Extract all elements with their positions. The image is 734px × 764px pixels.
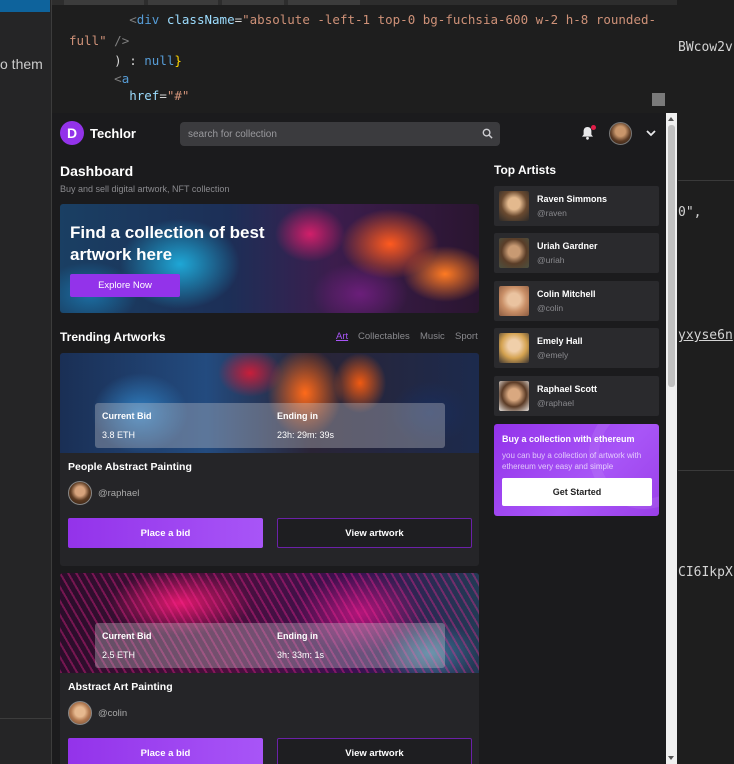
divider (0, 718, 52, 719)
editor-tab-strip (52, 0, 677, 5)
hero-banner: Find a collection of best artwork here E… (60, 204, 479, 313)
editor-tab[interactable] (148, 0, 218, 5)
active-panel-tab[interactable] (0, 0, 50, 12)
divider (678, 470, 734, 471)
avatar[interactable] (499, 333, 529, 363)
artwork-title: People Abstract Painting (68, 461, 192, 473)
search-icon[interactable] (482, 128, 493, 139)
artist-item[interactable]: Uriah Gardner @uriah (494, 233, 659, 273)
right-code-line: BWcow2v (678, 40, 733, 55)
avatar[interactable] (499, 191, 529, 221)
place-bid-button[interactable]: Place a bid (68, 518, 263, 548)
get-started-button[interactable]: Get Started (502, 478, 652, 506)
artist-name: Uriah Gardner (537, 241, 598, 251)
owner-handle[interactable]: @colin (98, 708, 127, 719)
editor-tab[interactable] (222, 0, 284, 5)
chevron-down-icon[interactable] (646, 129, 656, 137)
search-input[interactable] (180, 122, 500, 146)
right-code-line: yxyse6n (678, 328, 733, 343)
code-editor-panel[interactable]: <div className="absolute -left-1 top-0 b… (51, 0, 677, 113)
tab-art[interactable]: Art (336, 331, 348, 342)
artist-item[interactable]: Raphael Scott @raphael (494, 376, 659, 416)
artist-name: Raphael Scott (537, 384, 598, 394)
ending-value: 3h: 33m: 1s (277, 650, 325, 660)
left-sidebar-panel: o them (0, 0, 52, 764)
avatar[interactable] (68, 481, 92, 505)
code-line[interactable]: href="#" (69, 88, 189, 103)
minimap-slider[interactable] (652, 93, 665, 106)
navbar: D Techlor (52, 113, 667, 153)
tab-music[interactable]: Music (420, 331, 445, 342)
code-line[interactable]: <div className="absolute -left-1 top-0 b… (69, 12, 656, 27)
promo-title: Buy a collection with ethereum (502, 434, 635, 444)
top-artists-title: Top Artists (494, 163, 556, 177)
current-bid-value: 2.5 ETH (102, 650, 136, 660)
code-line[interactable]: ) : null} (69, 53, 182, 68)
editor-tab[interactable] (288, 0, 360, 5)
artwork-title: Abstract Art Painting (68, 681, 173, 693)
code-line[interactable]: <a (69, 71, 129, 86)
logo-badge[interactable]: D (60, 121, 84, 145)
artist-item[interactable]: Raven Simmons @raven (494, 186, 659, 226)
artist-item[interactable]: Colin Mitchell @colin (494, 281, 659, 321)
avatar[interactable] (68, 701, 92, 725)
scroll-down-icon[interactable] (668, 756, 674, 760)
right-code-line: 0", (678, 205, 702, 220)
divider (678, 180, 734, 181)
editor-tab[interactable] (64, 0, 144, 5)
promo-description: you can buy a collection of artwork with… (502, 451, 642, 471)
avatar[interactable] (609, 122, 632, 145)
notification-dot (591, 125, 596, 130)
scrollbar-thumb[interactable] (668, 125, 675, 387)
place-bid-button[interactable]: Place a bid (68, 738, 263, 764)
page-title: Dashboard (60, 163, 134, 179)
scrollbar[interactable] (666, 113, 677, 764)
artist-item[interactable]: Emely Hall @emely (494, 328, 659, 368)
view-artwork-button[interactable]: View artwork (277, 518, 472, 548)
right-code-line: CI6IkpX (678, 565, 733, 580)
avatar[interactable] (499, 238, 529, 268)
artwork-card: Current Bid 3.8 ETH Ending in 23h: 29m: … (60, 353, 479, 566)
ending-label: Ending in (277, 631, 318, 641)
owner-handle[interactable]: @raphael (98, 488, 139, 499)
artist-handle: @raven (537, 208, 567, 218)
current-bid-value: 3.8 ETH (102, 430, 136, 440)
view-artwork-button[interactable]: View artwork (277, 738, 472, 764)
code-line[interactable]: full" /> (69, 33, 129, 48)
avatar[interactable] (499, 286, 529, 316)
trending-title: Trending Artworks (60, 330, 166, 344)
tab-sport[interactable]: Sport (455, 331, 478, 342)
artist-name: Raven Simmons (537, 194, 608, 204)
artist-name: Emely Hall (537, 336, 583, 346)
page-subtitle: Buy and sell digital artwork, NFT collec… (60, 184, 230, 194)
ending-label: Ending in (277, 411, 318, 421)
current-bid-label: Current Bid (102, 411, 152, 421)
artist-handle: @raphael (537, 398, 574, 408)
artist-handle: @uriah (537, 255, 565, 265)
artist-handle: @colin (537, 303, 564, 313)
left-panel-text: o them (0, 56, 43, 72)
explore-now-button[interactable]: Explore Now (70, 274, 180, 297)
tab-collectables[interactable]: Collectables (358, 331, 410, 342)
artist-handle: @emely (537, 350, 569, 360)
app-preview: D Techlor Dashboard Buy and sell digital… (51, 113, 677, 764)
bid-info-panel: Current Bid 3.8 ETH Ending in 23h: 29m: … (95, 403, 445, 448)
banner-title: Find a collection of best artwork here (70, 223, 265, 264)
scroll-up-icon[interactable] (668, 117, 674, 121)
ending-value: 23h: 29m: 39s (277, 430, 335, 440)
current-bid-label: Current Bid (102, 631, 152, 641)
artwork-card: Current Bid 2.5 ETH Ending in 3h: 33m: 1… (60, 573, 479, 764)
logo-name[interactable]: Techlor (90, 126, 136, 141)
avatar[interactable] (499, 381, 529, 411)
bid-info-panel: Current Bid 2.5 ETH Ending in 3h: 33m: 1… (95, 623, 445, 668)
artist-name: Colin Mitchell (537, 289, 596, 299)
promo-card: Buy a collection with ethereum you can b… (494, 424, 659, 516)
